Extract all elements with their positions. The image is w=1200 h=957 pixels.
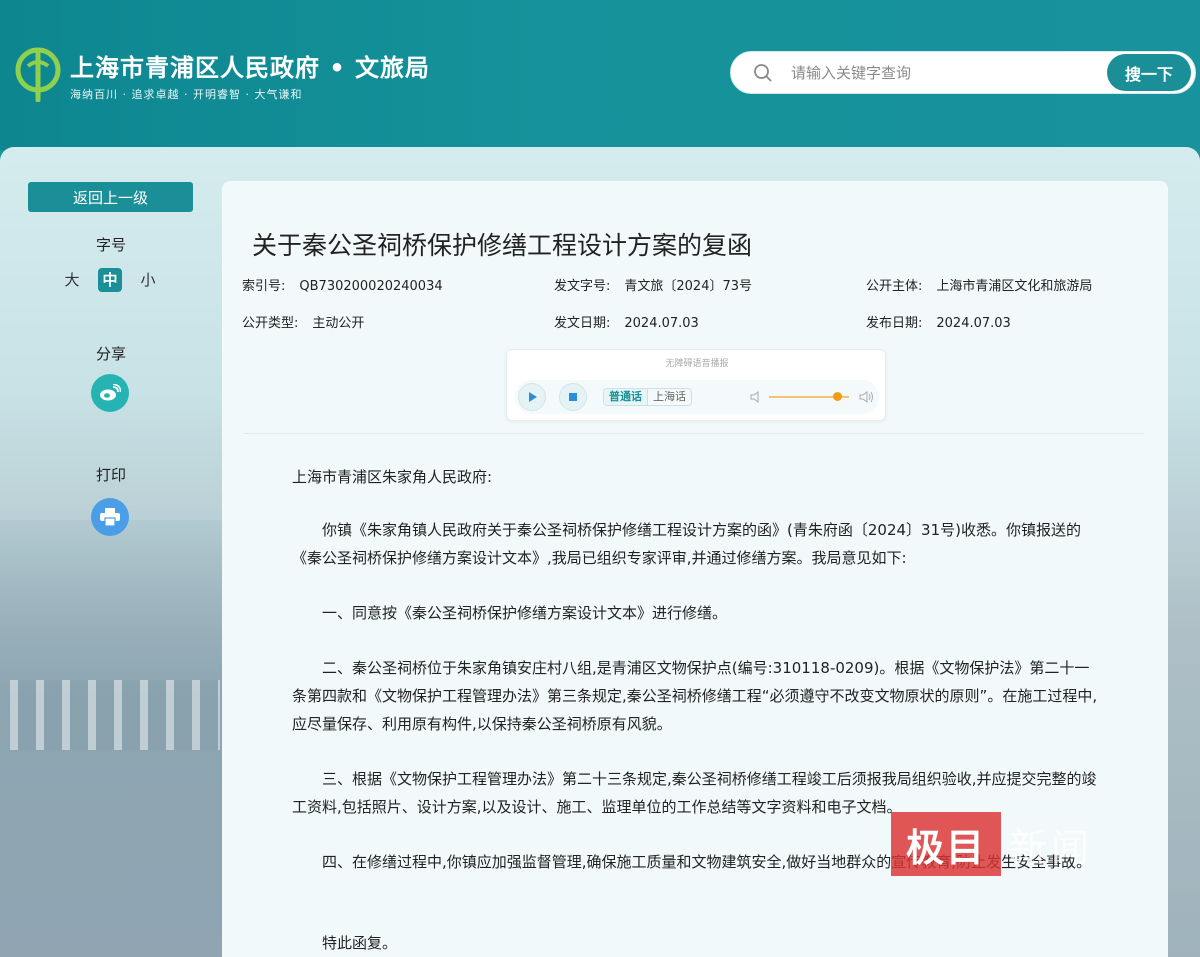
lang-shanghai[interactable]: 上海话 xyxy=(647,389,691,405)
printer-icon xyxy=(100,508,120,526)
search-icon xyxy=(754,64,772,82)
volume-low-icon[interactable] xyxy=(749,390,763,404)
audio-player: 无障碍语音播报 普通话 上海话 xyxy=(506,349,886,421)
document-title: 关于秦公圣祠桥保护修缮工程设计方案的复函 xyxy=(252,231,753,260)
lang-mandarin[interactable]: 普通话 xyxy=(604,389,647,405)
font-size-medium[interactable]: 中 xyxy=(98,268,122,292)
play-button[interactable] xyxy=(518,383,546,411)
play-icon xyxy=(529,392,537,402)
meta-issue-date: 发文日期: 2024.07.03 xyxy=(554,312,699,331)
print-label: 打印 xyxy=(95,466,126,484)
language-switch: 普通话 上海话 xyxy=(603,388,692,406)
meta-type-value: 主动公开 xyxy=(312,316,365,331)
font-size-large[interactable]: 大 xyxy=(60,268,84,292)
qingpu-logo-icon xyxy=(15,47,61,102)
background-building-image xyxy=(0,520,230,957)
stop-button[interactable] xyxy=(559,383,587,411)
watermark-text: 新闻 xyxy=(1009,825,1094,870)
volume-high-icon[interactable] xyxy=(859,390,875,404)
site-slogan: 海纳百川 · 追求卓越 · 开明睿智 · 大气谦和 xyxy=(70,88,303,101)
paragraph: 特此函复。 xyxy=(322,934,398,952)
audio-player-controls: 普通话 上海话 xyxy=(515,380,879,414)
meta-publish-date: 发布日期: 2024.07.03 xyxy=(866,312,1011,331)
font-size-switcher: 大 中 小 xyxy=(60,268,160,292)
font-size-label: 字号 xyxy=(95,236,126,254)
site-title[interactable]: 上海市青浦区人民政府 • 文旅局 xyxy=(70,48,430,83)
meta-docno-value: 青文旅〔2024〕73号 xyxy=(624,279,753,294)
meta-subject: 公开主体: 上海市青浦区文化和旅游局 xyxy=(866,275,1092,294)
search-button[interactable]: 搜一下 xyxy=(1107,54,1191,91)
divider xyxy=(244,433,1144,434)
site-header: 上海市青浦区人民政府 • 文旅局 海纳百川 · 追求卓越 · 开明睿智 · 大气… xyxy=(0,0,1200,150)
meta-type: 公开类型: 主动公开 xyxy=(242,312,364,331)
meta-subject-key: 公开主体: xyxy=(866,279,923,294)
stop-icon xyxy=(569,393,577,401)
weibo-share-button[interactable] xyxy=(91,374,129,412)
meta-publish-value: 2024.07.03 xyxy=(936,316,1011,331)
meta-publish-key: 发布日期: xyxy=(866,316,923,331)
volume-slider-handle[interactable] xyxy=(833,392,842,401)
font-size-small[interactable]: 小 xyxy=(136,268,160,292)
letter-salutation: 上海市青浦区朱家角人民政府: xyxy=(292,468,493,486)
paragraph: 一、同意按《秦公圣祠桥保护修缮方案设计文本》进行修缮。 xyxy=(322,604,728,622)
search-box: 搜一下 xyxy=(730,51,1196,94)
meta-index: 索引号: QB730200020240034 xyxy=(242,275,443,294)
meta-subject-value: 上海市青浦区文化和旅游局 xyxy=(936,279,1093,294)
meta-issue-key: 发文日期: xyxy=(554,316,611,331)
audio-player-title: 无障碍语音播报 xyxy=(665,359,729,369)
paragraph: 你镇《朱家角镇人民政府关于秦公圣祠桥保护修缮工程设计方案的函》(青朱府函〔202… xyxy=(292,521,1081,567)
search-input[interactable] xyxy=(791,60,1091,86)
jimu-news-watermark: 极目 新闻 xyxy=(891,812,1093,876)
back-button[interactable]: 返回上一级 xyxy=(28,182,193,212)
watermark-logo-box: 极目 xyxy=(891,812,1001,876)
meta-index-value: QB730200020240034 xyxy=(299,279,443,294)
paragraph: 二、秦公圣祠桥位于朱家角镇安庄村八组,是青浦区文物保护点(编号:310118-0… xyxy=(292,659,1098,733)
meta-index-key: 索引号: xyxy=(242,279,286,294)
share-label: 分享 xyxy=(95,345,126,363)
meta-docno: 发文字号: 青文旅〔2024〕73号 xyxy=(554,275,752,294)
meta-issue-value: 2024.07.03 xyxy=(624,316,699,331)
meta-type-key: 公开类型: xyxy=(242,316,299,331)
meta-docno-key: 发文字号: xyxy=(554,279,611,294)
print-button[interactable] xyxy=(91,498,129,536)
weibo-icon xyxy=(100,384,121,401)
